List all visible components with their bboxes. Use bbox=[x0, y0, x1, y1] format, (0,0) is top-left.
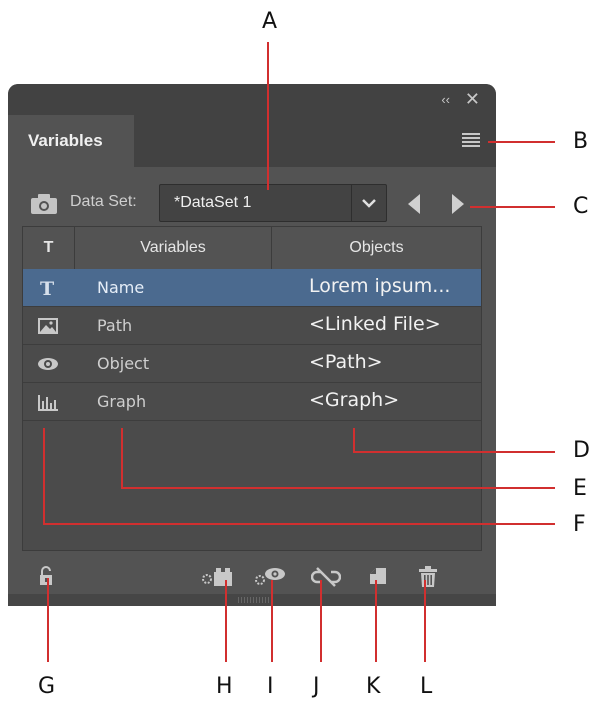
callout-lines bbox=[43, 42, 555, 662]
callout-line-f bbox=[43, 428, 555, 525]
callout-line-d bbox=[353, 428, 555, 453]
callout-line-e bbox=[121, 428, 555, 489]
